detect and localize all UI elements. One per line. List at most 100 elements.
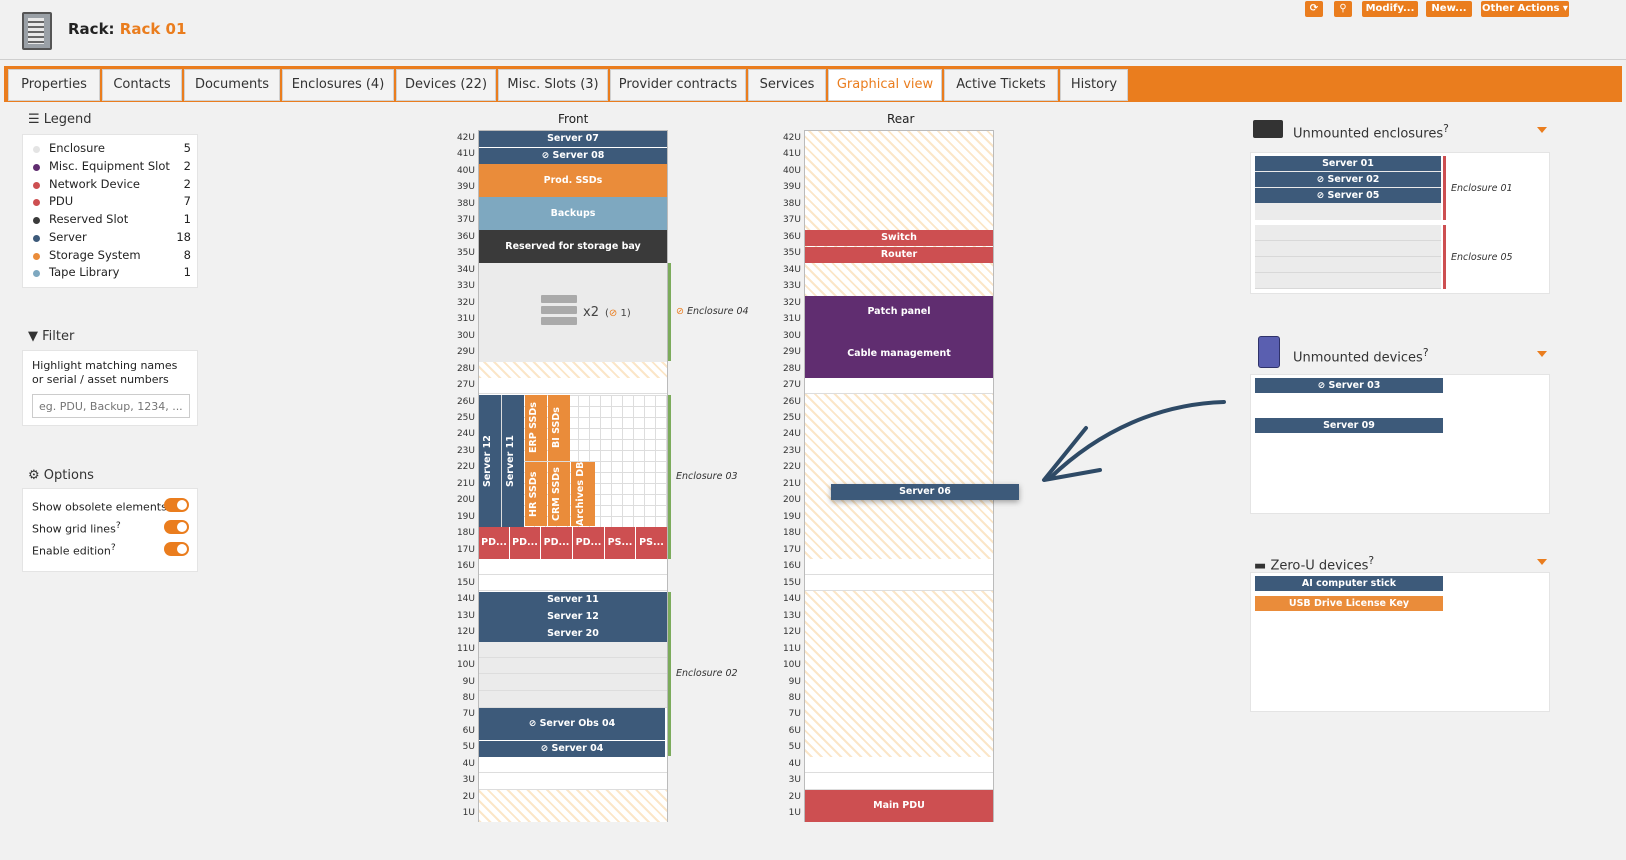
new-button[interactable]: New... (1426, 1, 1472, 17)
help-icon[interactable]: ? (1443, 122, 1449, 135)
device-hr-ssds[interactable]: HR SSDs (525, 462, 547, 526)
help-icon[interactable]: ? (1423, 346, 1429, 359)
option-edition-toggle[interactable] (164, 542, 189, 556)
tab-history[interactable]: History (1060, 69, 1128, 101)
modify-button[interactable]: Modify... (1362, 1, 1418, 17)
device-server09[interactable]: Server 09 (1255, 418, 1443, 433)
device-pdu-1[interactable]: PD... (479, 527, 509, 559)
dragging-device-server06[interactable]: Server 06 (831, 484, 1019, 500)
rack-front-column: Server 07 ⊘ Server 08 Prod. SSDs Backups… (478, 130, 668, 822)
tab-services[interactable]: Services (748, 69, 826, 101)
device-server12[interactable]: Server 12 (479, 608, 667, 625)
device-server-obs04[interactable]: ⊘ Server Obs 04 (479, 708, 665, 740)
device-server07[interactable]: Server 07 (479, 131, 667, 147)
option-grid-toggle[interactable] (164, 520, 189, 534)
obsolete-icon: ⊘ (1316, 175, 1325, 185)
unit-label: 23U (456, 445, 475, 456)
unit-label: 14U (456, 594, 475, 605)
unit-label: 22U (782, 462, 801, 473)
device-server03[interactable]: ⊘ Server 03 (1255, 378, 1443, 393)
chevron-down-icon[interactable] (1537, 351, 1547, 357)
unit-label: 17U (456, 544, 475, 555)
unit-label: 3U (788, 775, 801, 786)
enclosure04-label[interactable]: ⊘ Enclosure 04 (676, 306, 749, 317)
device-crm-ssds[interactable]: CRM SSDs (548, 462, 570, 526)
enclosure01-label[interactable]: Enclosure 01 (1451, 183, 1513, 194)
legend-item-misc-slot: Misc. Equipment Slot 2 (33, 159, 191, 176)
enclosure03-label[interactable]: Enclosure 03 (676, 471, 738, 482)
device-bi-ssds[interactable]: BI SSDs (548, 395, 570, 461)
unit-label: 11U (456, 643, 475, 654)
tab-documents[interactable]: Documents (184, 69, 280, 101)
enclosure04-block[interactable]: x2 (⊘ 1) (479, 263, 667, 362)
device-backups[interactable]: Backups (479, 197, 667, 230)
unit-label: 1U (462, 808, 475, 819)
device-switch[interactable]: Switch (805, 230, 993, 246)
unit-label: 35U (456, 248, 475, 259)
device-archives-db[interactable]: Archives DB (571, 462, 595, 526)
device-erp-ssds[interactable]: ERP SSDs (525, 395, 547, 461)
device-server08[interactable]: ⊘ Server 08 (479, 148, 667, 164)
device-ai-computer-stick[interactable]: AI computer stick (1255, 576, 1443, 591)
device-server11-vertical[interactable]: Server 11 (502, 395, 524, 527)
device-reserved-storage-bay[interactable]: Reserved for storage bay (479, 230, 667, 263)
enclosure05-block[interactable] (1255, 225, 1441, 289)
device-usb-license-key[interactable]: USB Drive License Key (1255, 596, 1443, 611)
tab-contacts[interactable]: Contacts (102, 69, 182, 101)
unit-label: 27U (456, 380, 475, 391)
device-server12-vertical[interactable]: Server 12 (479, 395, 501, 527)
tab-provider-contracts[interactable]: Provider contracts (610, 69, 746, 101)
obsolete-icon: ⊘ (1316, 191, 1325, 201)
tab-graphical-view[interactable]: Graphical view (828, 69, 942, 101)
help-icon[interactable]: ? (1368, 554, 1374, 567)
unit-label: 7U (788, 709, 801, 720)
device-server02[interactable]: ⊘ Server 02 (1255, 172, 1441, 187)
device-pdu-3[interactable]: PD... (541, 527, 572, 559)
enclosure-icon (1253, 120, 1283, 138)
help-icon[interactable]: ? (111, 542, 116, 553)
unit-label: 39U (456, 182, 475, 193)
unmounted-devices-title: Unmounted devices? (1293, 346, 1429, 366)
device-server20[interactable]: Server 20 (479, 625, 667, 642)
device-router[interactable]: Router (805, 247, 993, 263)
device-main-pdu[interactable]: Main PDU (805, 790, 993, 822)
enclosure05-label[interactable]: Enclosure 05 (1451, 252, 1513, 263)
device-server01[interactable]: Server 01 (1255, 156, 1441, 171)
unit-label: 38U (782, 198, 801, 209)
unit-label: 30U (782, 330, 801, 341)
device-ps-1[interactable]: PS... (605, 527, 635, 559)
device-server05[interactable]: ⊘ Server 05 (1255, 188, 1441, 203)
tab-enclosures[interactable]: Enclosures (4) (282, 69, 394, 101)
unit-label: 20U (456, 495, 475, 506)
unit-label: 21U (456, 478, 475, 489)
other-actions-button[interactable]: Other Actions ▾ (1481, 1, 1569, 17)
device-pdu-2[interactable]: PD... (510, 527, 540, 559)
tab-devices[interactable]: Devices (22) (396, 69, 496, 101)
enclosure02-label[interactable]: Enclosure 02 (676, 668, 738, 679)
device-patch-panel[interactable]: Patch panel Cable management (805, 296, 993, 378)
unit-label: 8U (462, 692, 475, 703)
chevron-down-icon[interactable] (1537, 127, 1547, 133)
chevron-down-icon[interactable] (1537, 559, 1547, 565)
unit-label: 37U (456, 215, 475, 226)
device-pdu-4[interactable]: PD... (573, 527, 604, 559)
device-ps-2[interactable]: PS... (636, 527, 667, 559)
unit-label: 33U (456, 281, 475, 292)
option-obsolete-toggle[interactable] (164, 498, 189, 512)
device-server11[interactable]: Server 11 (479, 592, 667, 608)
tab-misc-slots[interactable]: Misc. Slots (3) (498, 69, 608, 101)
unit-label: 5U (788, 742, 801, 753)
device-prod-ssds[interactable]: Prod. SSDs (479, 164, 667, 197)
tab-active-tickets[interactable]: Active Tickets (944, 69, 1058, 101)
unit-label: 11U (782, 643, 801, 654)
refresh-button[interactable]: ⟳ (1305, 1, 1323, 17)
search-button[interactable]: ⚲ (1334, 1, 1352, 17)
filter-input[interactable] (32, 394, 190, 418)
empty-unit (479, 691, 667, 708)
unit-label: 41U (782, 149, 801, 160)
unit-label: 29U (782, 347, 801, 358)
tab-properties[interactable]: Properties (8, 69, 100, 101)
help-icon[interactable]: ? (116, 520, 121, 531)
unit-label: 16U (782, 561, 801, 572)
device-server04[interactable]: ⊘ Server 04 (479, 741, 665, 757)
